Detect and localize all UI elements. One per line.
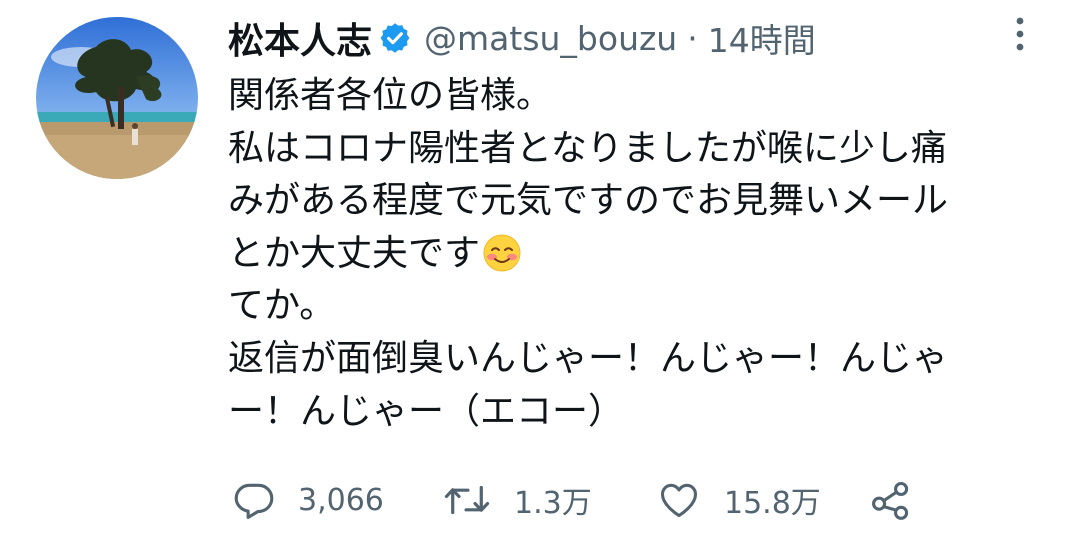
like-icon bbox=[656, 478, 702, 522]
retweet-button[interactable]: 1.3万 bbox=[442, 472, 592, 528]
retweet-icon bbox=[442, 478, 492, 522]
tweet-line: みがある程度で元気ですのでお見舞いメール bbox=[228, 180, 949, 222]
timestamp[interactable]: 14時間 bbox=[708, 14, 816, 62]
more-icon[interactable] bbox=[1008, 14, 1032, 54]
tweet-line-with-emoji: とか大丈夫です bbox=[228, 228, 1048, 281]
like-button[interactable]: 15.8万 bbox=[656, 472, 821, 528]
verified-badge-icon bbox=[378, 21, 412, 55]
separator-dot: · bbox=[687, 18, 698, 58]
tweet-text: 関係者各位の皆様。 私はコロナ陽性者となりましたが喉に少し痛 みがある程度で元気… bbox=[228, 70, 1048, 438]
like-count: 15.8万 bbox=[724, 486, 821, 521]
tweet-line: 関係者各位の皆様。 bbox=[228, 75, 553, 116]
tweet[interactable]: 松本人志 @matsu_bouzu · 14時間 関係者各位の皆様。 私はコロナ… bbox=[0, 0, 1076, 538]
reply-icon bbox=[232, 478, 276, 522]
tweet-header: 松本人志 @matsu_bouzu · 14時間 bbox=[228, 12, 816, 64]
tweet-line: 返信が面倒臭いんじゃー！んじゃー！んじゃ bbox=[228, 337, 949, 379]
avatar[interactable] bbox=[36, 17, 198, 179]
tweet-line: 私はコロナ陽性者となりましたが喉に少し痛 bbox=[228, 127, 947, 169]
reply-count: 3,066 bbox=[298, 482, 384, 518]
tweet-line: ー！んじゃー（エコー） bbox=[228, 390, 625, 432]
tweet-line: てか。 bbox=[228, 285, 336, 327]
share-button[interactable] bbox=[868, 472, 914, 528]
tweet-actions: 3,066 1.3万 15.8万 bbox=[232, 472, 1052, 528]
user-handle[interactable]: @matsu_bouzu bbox=[424, 19, 677, 58]
reply-button[interactable]: 3,066 bbox=[232, 472, 384, 528]
display-name[interactable]: 松本人志 bbox=[228, 12, 372, 64]
retweet-count: 1.3万 bbox=[514, 486, 592, 521]
tweet-line: とか大丈夫です bbox=[228, 232, 481, 274]
blushing-smile-emoji-icon bbox=[482, 233, 522, 273]
share-icon bbox=[868, 478, 914, 522]
